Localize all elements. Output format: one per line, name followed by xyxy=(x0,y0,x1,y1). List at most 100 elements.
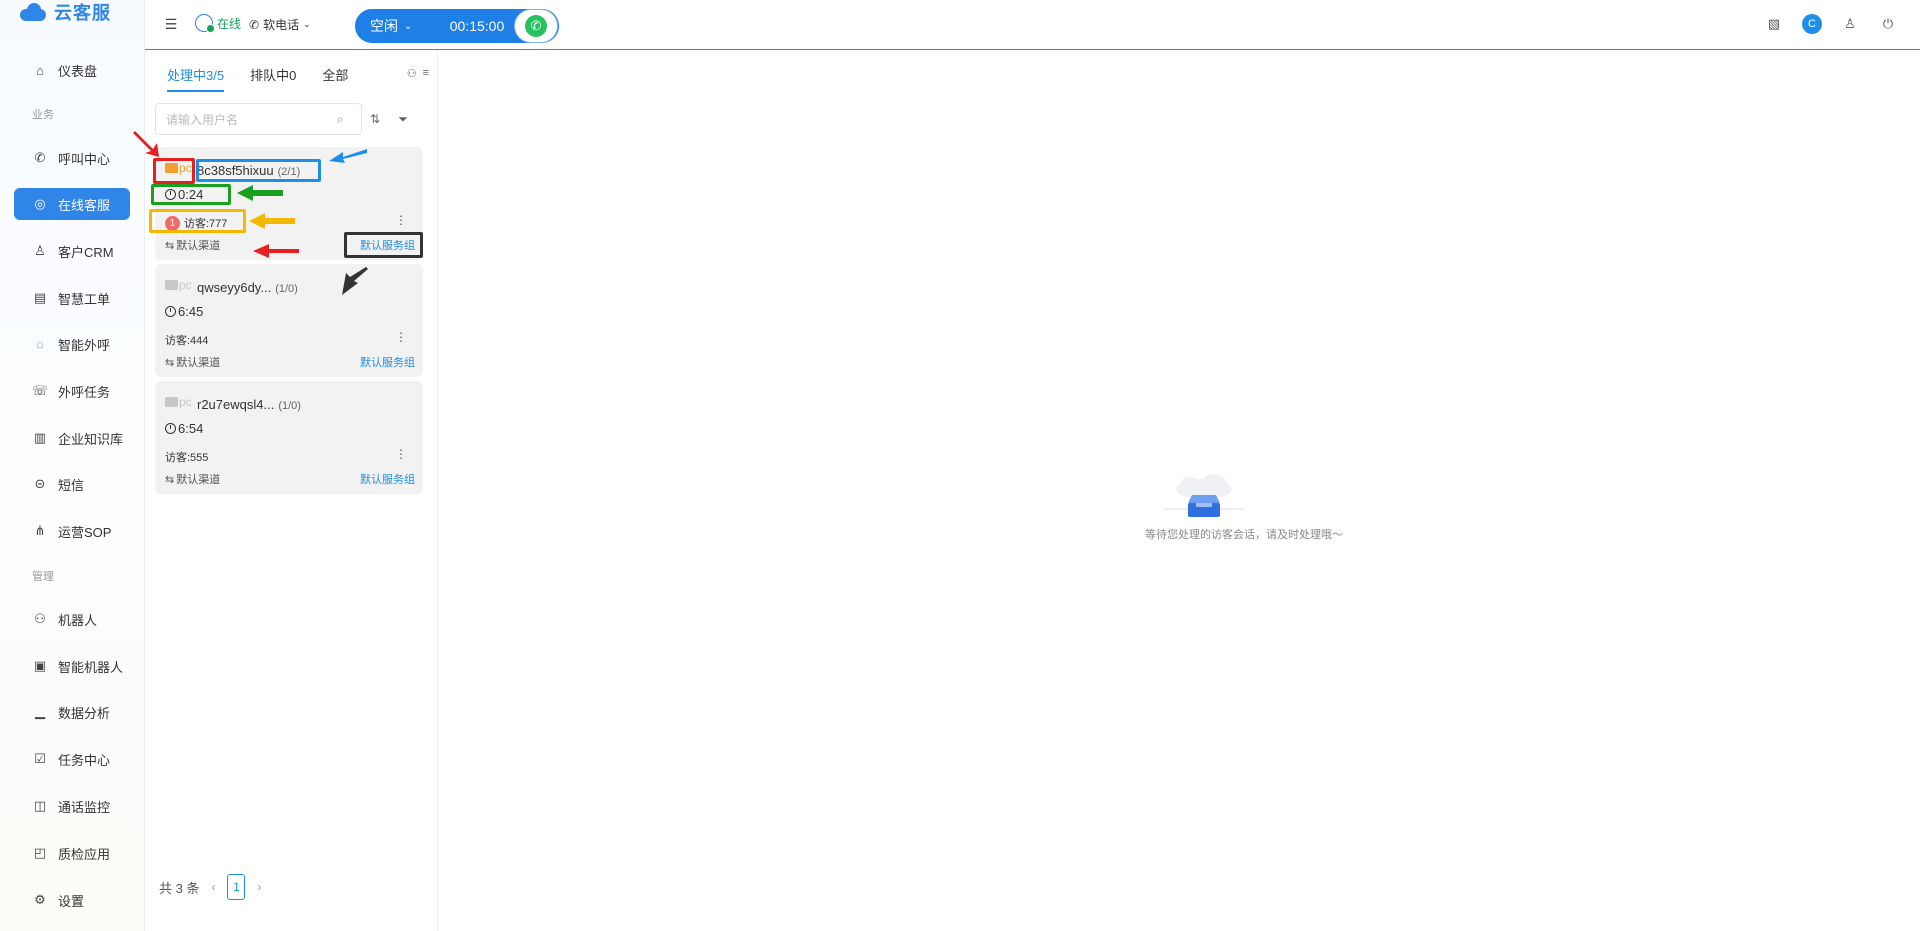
sidebar-item-label: 客户CRM xyxy=(58,244,114,260)
pager-page-current[interactable]: 1 xyxy=(227,874,246,900)
sidebar-item-label: 智能外呼 xyxy=(58,337,111,353)
sidebar-item-outbound-task[interactable]: ☏ 外呼任务 xyxy=(14,375,130,407)
power-icon[interactable]: ⏻ xyxy=(1878,14,1898,34)
sidebar-item-label: 仪表盘 xyxy=(58,63,98,79)
sidebar-item-crm[interactable]: ♙ 客户CRM xyxy=(14,235,130,267)
notes-icon[interactable]: ▧ xyxy=(1764,14,1784,34)
sidebar-item-sop[interactable]: ⋔ 运营SOP xyxy=(14,515,130,547)
chevron-right-icon[interactable]: › xyxy=(257,880,261,894)
search-input[interactable]: 请输入用户名 ⌕ xyxy=(155,103,362,135)
phone-mode-label: 软电话 xyxy=(263,18,300,32)
service-group-link[interactable]: 默认服务组 xyxy=(360,354,415,370)
session-duration: 6:54 xyxy=(165,421,203,436)
channel-icon: ⇆ xyxy=(165,239,175,252)
search-icon[interactable]: ⌕ xyxy=(337,112,351,126)
session-name: qwseyy6dy... (1/0) xyxy=(197,280,298,295)
topbar-actions: ▧ C ♙ ⏻ xyxy=(1764,14,1898,34)
sidebar-item-robot[interactable]: ⚇ 机器人 xyxy=(14,603,130,635)
annotation-box-channel xyxy=(153,158,195,184)
app-logo[interactable]: 云客服 xyxy=(18,0,111,24)
service-group-link[interactable]: 默认服务组 xyxy=(360,471,415,487)
chevron-down-icon: ⌄ xyxy=(303,19,311,29)
quality-icon: ◰ xyxy=(33,845,47,860)
home-icon: ⌂ xyxy=(36,62,44,78)
session-name: r2u7ewqsl4... (1/0) xyxy=(197,397,301,412)
cloud-logo-icon xyxy=(18,3,48,21)
pc-channel-icon: pc xyxy=(165,395,192,409)
annotation-arrow-black xyxy=(342,267,368,295)
sidebar-item-label: 质检应用 xyxy=(58,846,111,862)
annotation-box-visitor xyxy=(149,209,246,233)
annotation-arrow-green xyxy=(237,185,283,201)
list-sort-icon[interactable]: ≡ xyxy=(423,67,429,80)
sidebar-section-business: 业务 xyxy=(32,109,54,121)
session-tabs: 处理中3/5 排队中0 全部 xyxy=(167,65,348,92)
sidebar-item-dashboard[interactable]: ⌂ 仪表盘 xyxy=(14,54,130,86)
session-panel: 处理中3/5 排队中0 全部 ⚇ ≡ 请输入用户名 ⌕ ⇅ ⏷ pc 8c38s… xyxy=(133,51,438,931)
tab-all[interactable]: 全部 xyxy=(322,65,348,92)
task-icon: ☑ xyxy=(34,751,46,766)
phone-mode-select[interactable]: ✆ 软电话 ⌄ xyxy=(249,16,311,33)
headset-icon: ◎ xyxy=(34,196,46,211)
call-status-select[interactable]: 空闲 ⌄ xyxy=(356,16,442,36)
sidebar-item-label: 数据分析 xyxy=(58,705,111,721)
dial-button[interactable]: ✆ xyxy=(514,9,558,43)
avatar[interactable]: C xyxy=(1802,14,1822,34)
channel-icon: ⇆ xyxy=(165,356,175,369)
empty-state-text: 等待您处理的访客会话，请及时处理哦～ xyxy=(1145,529,1343,541)
tab-queue[interactable]: 排队中0 xyxy=(250,65,296,92)
transfer-user-icon[interactable]: ⚇ xyxy=(407,67,417,80)
sidebar-item-call-monitor[interactable]: ◫ 通话监控 xyxy=(14,790,130,822)
chevron-left-icon[interactable]: ‹ xyxy=(211,880,215,894)
sidebar-item-task-center[interactable]: ☑ 任务中心 xyxy=(14,743,130,775)
sidebar: 云客服 ⌂ 仪表盘 业务 ✆ 呼叫中心 ◎ 在线客服 ♙ 客户CRM ▤ 智慧工单 ◌ 智能… xyxy=(0,0,145,931)
more-options-icon[interactable]: ⋮ xyxy=(395,330,407,344)
sidebar-item-smart-outbound[interactable]: ◌ 智能外呼 xyxy=(14,328,130,360)
chat-status-icon xyxy=(195,14,215,33)
pager-total: 共 3 条 xyxy=(159,880,200,896)
clock-icon xyxy=(165,306,176,317)
sidebar-item-label: 智慧工单 xyxy=(58,291,111,307)
pc-channel-icon: pc xyxy=(165,278,192,292)
visitor-label: 访客:555 xyxy=(165,452,209,464)
message-icon: ⊝ xyxy=(34,476,46,491)
session-card[interactable]: pc qwseyy6dy... (1/0) 6:45 访客:444 ⋮ ⇆ 默认渠道… xyxy=(155,264,423,377)
book-icon: ▥ xyxy=(33,430,47,445)
clock-icon xyxy=(165,423,176,434)
sidebar-item-call-center[interactable]: ✆ 呼叫中心 xyxy=(14,142,130,174)
sidebar-item-sms[interactable]: ⊝ 短信 xyxy=(14,468,130,500)
tab-processing[interactable]: 处理中3/5 xyxy=(167,65,225,92)
whatsapp-icon: ◌ xyxy=(36,336,44,352)
online-status[interactable]: 在线 xyxy=(195,14,242,33)
more-options-icon[interactable]: ⋮ xyxy=(395,447,407,461)
annotation-arrow-yellow xyxy=(249,213,295,229)
annotation-arrow-blue xyxy=(329,149,367,163)
more-options-icon[interactable]: ⋮ xyxy=(395,213,407,227)
sidebar-item-online-service[interactable]: ◎ 在线客服 xyxy=(14,188,130,220)
online-label: 在线 xyxy=(217,16,242,31)
channel-label: ⇆ 默认渠道 xyxy=(165,356,221,370)
menu-collapse-icon[interactable]: ☰ xyxy=(163,16,179,32)
user-profile-icon[interactable]: ♙ xyxy=(1840,14,1860,34)
sidebar-item-settings[interactable]: ⚙ 设置 xyxy=(14,884,130,916)
sidebar-item-label: 企业知识库 xyxy=(58,431,124,447)
panel-tools: ⚇ ≡ xyxy=(407,67,429,80)
sidebar-item-analytics[interactable]: ▁ 数据分析 xyxy=(14,696,130,728)
session-count: (1/0) xyxy=(275,283,298,295)
pagination: 共 3 条 ‹ 1 › xyxy=(159,874,261,900)
search-placeholder: 请输入用户名 xyxy=(166,112,239,127)
visitor-label: 访客:444 xyxy=(165,335,209,347)
channel-label: ⇆ 默认渠道 xyxy=(165,473,221,487)
sidebar-item-work-order[interactable]: ▤ 智慧工单 xyxy=(14,282,130,314)
sidebar-item-knowledge-base[interactable]: ▥ 企业知识库 xyxy=(14,422,130,454)
session-card[interactable]: pc r2u7ewqsl4... (1/0) 6:54 访客:555 ⋮ ⇆ 默认渠… xyxy=(155,381,423,494)
filter-icon[interactable]: ⏷ xyxy=(395,111,411,127)
annotation-box-name xyxy=(196,159,321,182)
sort-icon[interactable]: ⇅ xyxy=(367,111,383,127)
app-title: 云客服 xyxy=(54,3,111,23)
sidebar-item-label: 呼叫中心 xyxy=(58,151,111,167)
call-status-label: 空闲 xyxy=(370,18,398,34)
sidebar-item-smart-robot[interactable]: ▣ 智能机器人 xyxy=(14,650,130,682)
robot-icon: ⚇ xyxy=(34,611,46,626)
sidebar-item-quality[interactable]: ◰ 质检应用 xyxy=(14,837,130,869)
